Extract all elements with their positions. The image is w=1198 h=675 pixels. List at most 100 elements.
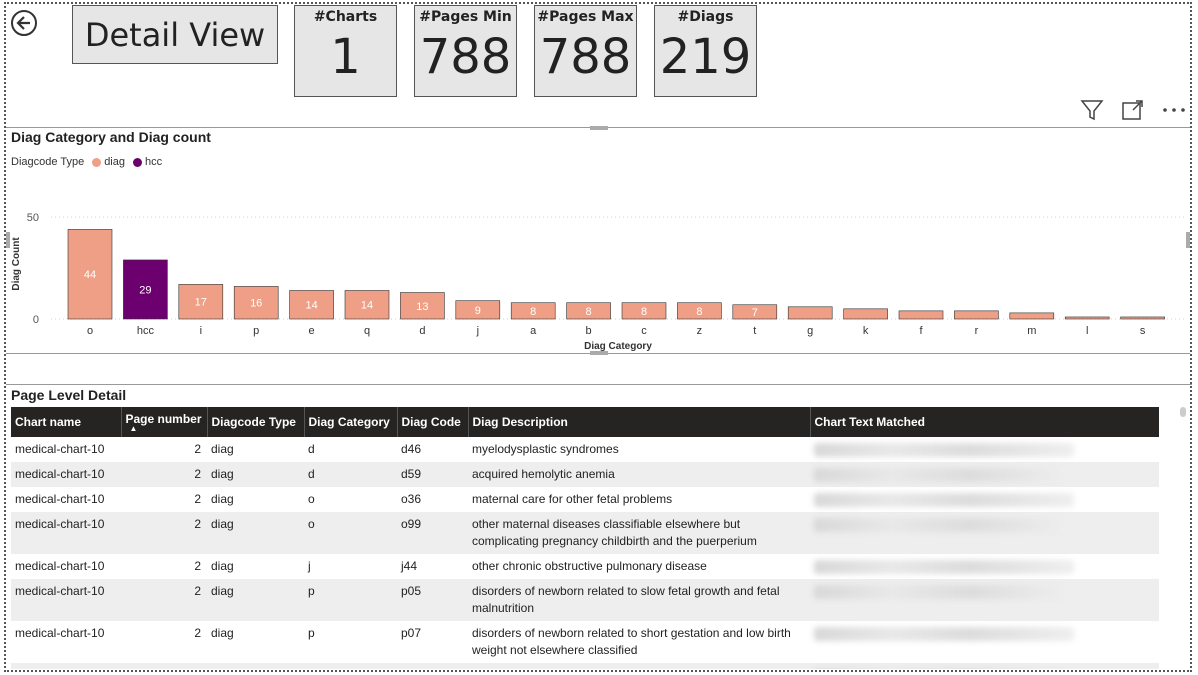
table-cell-redacted bbox=[810, 462, 1159, 487]
table-row[interactable]: medical-chart-102hcchcchcc243extremely i… bbox=[11, 663, 1159, 669]
table-cell: 2 bbox=[194, 492, 201, 506]
table-cell: o36 bbox=[401, 492, 422, 506]
x-tick-label: z bbox=[697, 325, 703, 337]
table-cell: diag bbox=[211, 442, 234, 456]
back-arrow-icon[interactable] bbox=[10, 9, 38, 37]
legend-swatch-hcc bbox=[132, 157, 142, 167]
table-cell-redacted bbox=[810, 512, 1159, 554]
table-cell: medical-chart-10 bbox=[15, 559, 105, 573]
table-cell: o99 bbox=[397, 512, 468, 554]
table-row[interactable]: medical-chart-10 2 diag d d59 acquired hemoly… bbox=[11, 462, 1159, 487]
table-cell: diag bbox=[207, 462, 304, 487]
table-cell: diag bbox=[211, 559, 234, 573]
x-axis-title: Diag Category bbox=[584, 341, 652, 352]
column-header[interactable]: Diag Category bbox=[304, 407, 398, 437]
legend-item-diag[interactable]: diag bbox=[92, 156, 125, 168]
x-tick-label: a bbox=[530, 325, 537, 337]
table-cell: diag bbox=[211, 492, 234, 506]
table-cell: d59 bbox=[397, 462, 468, 487]
table-cell-redacted bbox=[810, 579, 1159, 621]
x-tick-label: b bbox=[586, 325, 592, 337]
table-row[interactable]: medical-chart-10 2 diag o o99 other maternal … bbox=[11, 512, 1159, 554]
table-cell: d bbox=[308, 442, 315, 456]
column-header[interactable]: Diag Code bbox=[397, 407, 469, 437]
bar-g[interactable] bbox=[787, 306, 833, 320]
table-cell: j bbox=[308, 559, 311, 573]
table-cell-redacted bbox=[810, 554, 1159, 579]
data-label: 8 bbox=[530, 306, 536, 318]
kpi-label: #Charts bbox=[313, 9, 378, 25]
column-header[interactable]: Chart name bbox=[11, 407, 122, 437]
table-row[interactable]: medical-chart-10 2 diag d d46 myelodysplastic… bbox=[11, 437, 1159, 462]
bar-s[interactable] bbox=[1120, 316, 1165, 320]
table-cell: myelodysplastic syndromes bbox=[472, 442, 619, 456]
table-row[interactable]: medical-chart-10 2 diag p p07 disorders of ne… bbox=[11, 621, 1159, 663]
table-title: Page Level Detail bbox=[11, 387, 127, 403]
table-cell: 2 bbox=[121, 579, 207, 621]
x-tick-label: d bbox=[419, 325, 425, 337]
chart-legend: Diagcode Type diag hcc bbox=[11, 156, 162, 168]
filter-icon[interactable] bbox=[1080, 98, 1104, 122]
bar-f[interactable] bbox=[898, 310, 944, 320]
table-cell: 2 bbox=[194, 442, 201, 456]
column-header[interactable]: Chart Text Matched bbox=[810, 407, 1159, 437]
data-label: 7 bbox=[752, 307, 758, 319]
x-tick-label: t bbox=[753, 325, 756, 337]
sort-ascending-icon: ▲ bbox=[129, 424, 138, 433]
data-label: 14 bbox=[305, 300, 317, 312]
table-cell-redacted bbox=[810, 621, 1159, 663]
data-label: 8 bbox=[641, 306, 647, 318]
kpi-value: 788 bbox=[419, 29, 512, 85]
table-cell-redacted bbox=[810, 487, 1159, 512]
page-level-detail-table: Chart name Page number ▲ Diagcode Type Di… bbox=[11, 407, 1159, 669]
vertical-scrollbar[interactable] bbox=[1180, 407, 1186, 417]
table-cell: 2 bbox=[121, 663, 207, 669]
table-cell: medical-chart-10 bbox=[11, 512, 121, 554]
kpi-value: 219 bbox=[659, 29, 752, 85]
x-tick-label: j bbox=[476, 325, 479, 337]
table-cell: extremely immature newborns including bi… bbox=[468, 663, 810, 669]
column-header-sorted[interactable]: Page number ▲ bbox=[121, 407, 208, 437]
bar-m[interactable] bbox=[1009, 312, 1055, 320]
x-tick-label: hcc bbox=[137, 325, 155, 337]
data-label: 17 bbox=[195, 297, 207, 309]
table-row[interactable]: medical-chart-10 2 diag j j44 other chronic o… bbox=[11, 554, 1159, 579]
table-row[interactable]: medical-chart-10 2 diag o o36 maternal care f… bbox=[11, 487, 1159, 512]
bar-r[interactable] bbox=[954, 310, 999, 320]
more-options-icon[interactable] bbox=[1162, 98, 1186, 122]
data-label: 9 bbox=[475, 305, 481, 317]
legend-label: diag bbox=[104, 156, 125, 168]
page-title: Detail View bbox=[84, 15, 266, 54]
legend-item-hcc[interactable]: hcc bbox=[132, 156, 162, 168]
kpi-card-pages-max: #Pages Max 788 bbox=[534, 5, 637, 97]
table-cell: other chronic obstructive pulmonary dise… bbox=[472, 559, 707, 573]
x-tick-label: r bbox=[975, 325, 979, 337]
table-cell: medical-chart-10 bbox=[11, 663, 121, 669]
kpi-label: #Pages Min bbox=[419, 9, 512, 25]
redacted-text bbox=[814, 468, 1074, 482]
table-cell: hcc bbox=[304, 663, 397, 669]
table-cell: d46 bbox=[401, 442, 422, 456]
redacted-text bbox=[814, 627, 1074, 641]
table-cell: 2 bbox=[194, 559, 201, 573]
table-cell: hcc bbox=[207, 663, 304, 669]
x-tick-label: c bbox=[641, 325, 647, 337]
table-row[interactable]: medical-chart-10 2 diag p p05 disorders of ne… bbox=[11, 579, 1159, 621]
table-cell: diag bbox=[207, 579, 304, 621]
x-tick-label: g bbox=[807, 325, 813, 337]
focus-mode-icon[interactable] bbox=[1121, 98, 1145, 122]
legend-title: Diagcode Type bbox=[11, 156, 85, 168]
legend-swatch-diag bbox=[92, 157, 102, 167]
bar-l[interactable] bbox=[1064, 316, 1110, 320]
resize-handle-top[interactable] bbox=[590, 126, 608, 130]
redacted-text bbox=[814, 443, 1074, 457]
table-cell: disorders of newborn related to short ge… bbox=[472, 626, 791, 657]
x-tick-label: o bbox=[87, 325, 93, 337]
x-tick-label: e bbox=[309, 325, 315, 337]
bar-k[interactable] bbox=[843, 308, 888, 320]
kpi-card-pages-min: #Pages Min 788 bbox=[414, 5, 517, 97]
table-cell: medical-chart-10 bbox=[15, 626, 105, 640]
column-header[interactable]: Diag Description bbox=[468, 407, 811, 437]
x-tick-label: i bbox=[200, 325, 202, 337]
column-header[interactable]: Diagcode Type bbox=[207, 407, 305, 437]
